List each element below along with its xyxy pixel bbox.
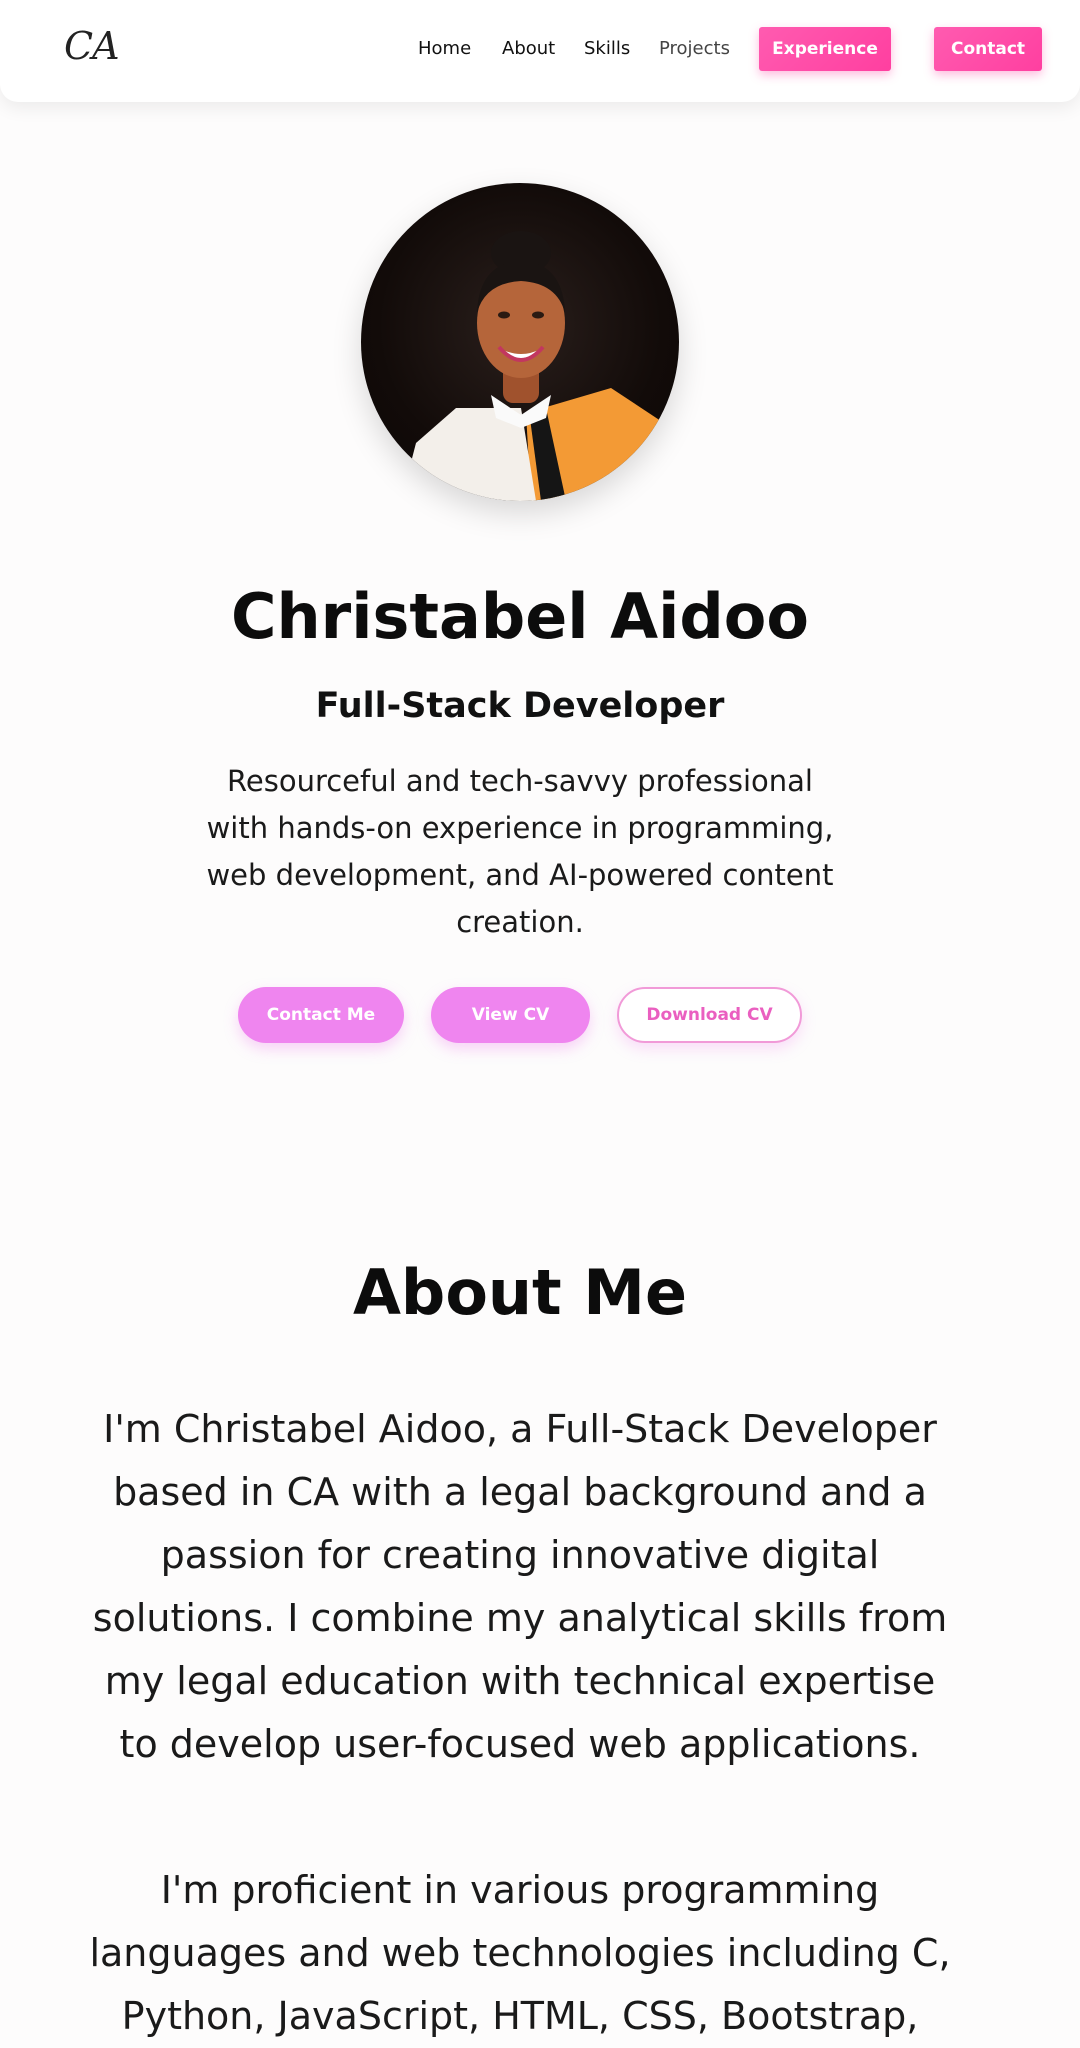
about-title: About Me xyxy=(352,1256,688,1329)
hero-description: Resourceful and tech-savvy professional … xyxy=(206,764,834,939)
about-paragraph-2: I'm proficient in various programming la… xyxy=(89,1868,951,2038)
download-cv-button[interactable]: Download CV xyxy=(617,987,802,1043)
hero-name: Christabel Aidoo xyxy=(231,580,809,653)
nav-link-home[interactable]: Home xyxy=(418,38,471,59)
nav-link-about[interactable]: About xyxy=(502,38,555,59)
nav-link-projects[interactable]: Projects xyxy=(659,38,730,59)
about-paragraph-1: I'm Christabel Aidoo, a Full-Stack Devel… xyxy=(92,1407,948,1766)
profile-photo xyxy=(361,183,679,501)
view-cv-button[interactable]: View CV xyxy=(431,987,590,1043)
contact-me-button[interactable]: Contact Me xyxy=(238,987,404,1043)
logo[interactable]: CA xyxy=(64,24,120,68)
contact-button[interactable]: Contact xyxy=(934,27,1042,71)
profile-photo-illustration xyxy=(401,231,679,501)
hero-role: Full-Stack Developer xyxy=(315,686,725,726)
experience-button[interactable]: Experience xyxy=(759,27,891,71)
nav-link-skills[interactable]: Skills xyxy=(584,38,630,59)
navbar: CA Home About Skills Projects Experience… xyxy=(0,0,1080,102)
